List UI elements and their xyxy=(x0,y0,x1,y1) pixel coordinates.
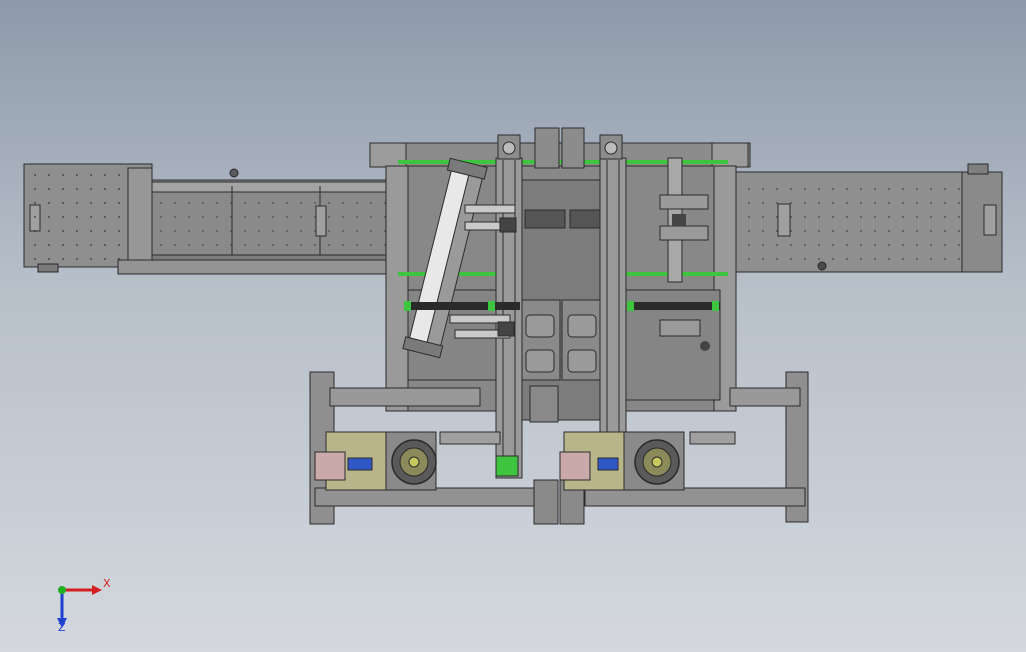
top-bracket-right xyxy=(561,127,585,169)
right-conveyor-beam xyxy=(727,163,1003,273)
cad-viewport[interactable]: X Z xyxy=(0,0,1026,652)
motor-unit-left xyxy=(314,431,437,491)
vertical-rail-right xyxy=(599,134,627,479)
top-bracket-left xyxy=(534,127,560,169)
axis-z-label: Z xyxy=(58,621,66,634)
motor-unit-right xyxy=(559,431,685,491)
left-conveyor-beam xyxy=(23,163,409,275)
shaft-right xyxy=(630,302,720,310)
cad-assembly-drawing[interactable] xyxy=(0,0,1026,652)
axis-x-label: X xyxy=(103,577,111,590)
center-block xyxy=(529,385,559,423)
shaft-left xyxy=(404,302,520,310)
